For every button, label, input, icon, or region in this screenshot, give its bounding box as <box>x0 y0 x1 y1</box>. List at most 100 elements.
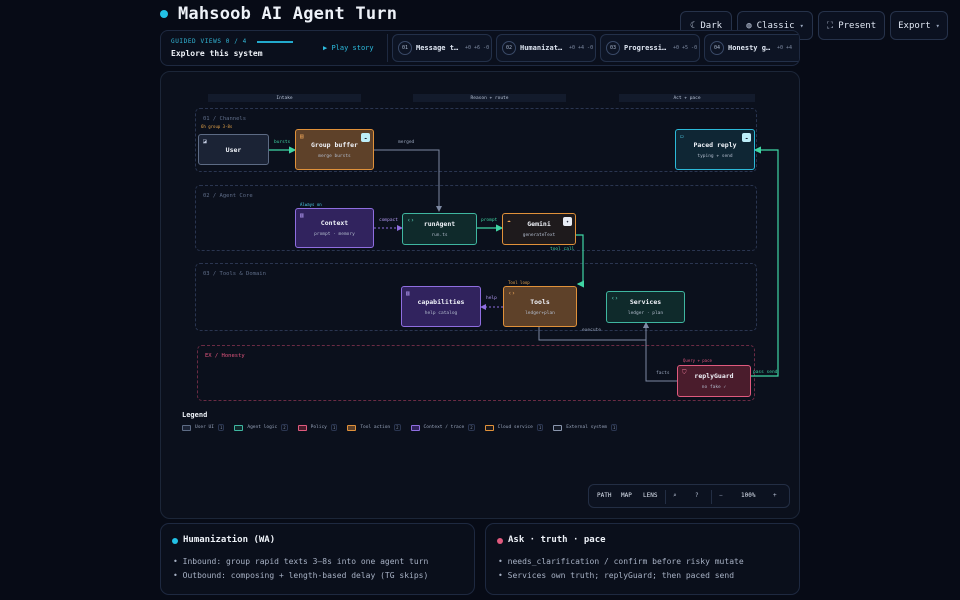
node-subtitle: typing + send <box>697 153 733 159</box>
lens-view-button[interactable]: LENS <box>643 492 657 499</box>
view-stats: +0 +6 -0 <box>465 45 490 51</box>
play-story-button[interactable]: ▶ Play story <box>323 44 374 52</box>
node-gemini[interactable]: ☁ ✦ Gemini generateText <box>502 213 576 245</box>
guided-view-card[interactable]: 02 Humanizati... +0 +4 -0 <box>496 34 596 62</box>
guided-view-card[interactable]: 03 Progressiv... +0 +5 -0 <box>600 34 700 62</box>
fullscreen-icon: ⛶ <box>826 20 834 31</box>
legend-count: 1 <box>217 424 225 431</box>
legend-count: 1 <box>330 424 338 431</box>
node-reply-guard[interactable]: ⛉ replyGuard no fake ✓ <box>677 365 751 397</box>
view-number: 02 <box>502 41 516 55</box>
title-status-dot <box>160 10 168 18</box>
canvas-toolbar: PATH MAP LENS ⌕ ? − 100% + <box>588 484 790 508</box>
diagram-canvas[interactable]: Intake Reason + route Act + pace 01 / Ch… <box>160 71 800 519</box>
legend-label: User UI <box>195 425 214 430</box>
present-label: Present <box>838 20 877 31</box>
legend-item[interactable]: Tool action 2 <box>347 424 401 431</box>
chat-icon: ◪ <box>203 138 207 145</box>
card-line: • Inbound: group rapid texts 3–8s into o… <box>173 557 429 566</box>
zoom-level: 100% <box>741 492 756 499</box>
divider <box>665 490 666 504</box>
map-view-button[interactable]: MAP <box>621 492 632 499</box>
node-title: Tools <box>530 297 550 306</box>
moon-icon: ☾ <box>689 20 696 31</box>
code-icon: ‹› <box>508 290 516 297</box>
zoom-out-button[interactable]: − <box>719 492 723 499</box>
node-title: Paced reply <box>693 140 737 149</box>
node-group-buffer[interactable]: ▤ ☁ Group buffer merge bursts <box>295 129 374 170</box>
node-run-agent[interactable]: ‹› runAgent run.ts <box>402 213 477 245</box>
guided-views-title: Explore this system <box>171 49 263 58</box>
node-title: Context <box>320 219 349 227</box>
view-label: Progressiv... <box>624 44 670 52</box>
page-title: Mahsoob AI Agent Turn <box>178 4 398 24</box>
legend-item[interactable]: Agent logic 2 <box>234 424 288 431</box>
edge-label-tool-call: tool call <box>550 247 575 252</box>
edge-tool-call <box>576 234 584 288</box>
theme-label: Dark <box>700 20 723 31</box>
cloud-badge-icon: ☁ <box>361 133 370 142</box>
search-icon[interactable]: ⌕ <box>673 492 677 499</box>
info-card-humanization: Humanization (WA) • Inbound: group rapid… <box>160 523 475 595</box>
legend-label: Policy <box>310 425 327 430</box>
node-subtitle: prompt · memory <box>314 232 355 237</box>
node-subtitle: ledger+plan <box>525 310 555 316</box>
node-tools[interactable]: ‹› Tools ledger+plan <box>503 286 577 327</box>
guided-view-card[interactable]: 01 Message to... +0 +6 -0 <box>392 34 492 62</box>
shield-icon: ⛉ <box>682 369 687 376</box>
lane-note-tool-loop: Tool loop <box>508 280 530 285</box>
node-title: User <box>225 145 242 154</box>
legend-count: 2 <box>281 424 288 431</box>
legend-item[interactable]: External system 1 <box>553 424 618 431</box>
node-capabilities[interactable]: ▥ capabilities help catalog <box>401 286 481 327</box>
legend-item[interactable]: User UI 1 <box>182 424 225 431</box>
edge-label-bursts: bursts <box>274 140 291 145</box>
palette-icon: ◍ <box>746 20 752 31</box>
zoom-in-button[interactable]: + <box>773 492 777 499</box>
legend-item[interactable]: Policy 1 <box>297 424 338 431</box>
node-title: replyGuard <box>694 372 734 380</box>
node-subtitle: merge bursts <box>318 153 351 159</box>
message-icon: ▭ <box>680 133 684 140</box>
edge-label-pass-send: pass send <box>753 370 778 375</box>
view-number: 04 <box>710 41 724 55</box>
legend-count: 1 <box>610 424 618 431</box>
export-button[interactable]: Export ▾ <box>890 11 948 40</box>
legend-item[interactable]: Context / trace 2 <box>410 424 475 431</box>
card-title: Ask · truth · pace <box>508 535 606 545</box>
view-stats: +0 +5 -0 <box>673 45 698 51</box>
guided-views-label: GUIDED VIEWS 0 / 4 <box>171 38 247 45</box>
legend-title: Legend <box>182 411 208 419</box>
guided-view-card[interactable]: 04 Honesty ga... +0 +4 <box>704 34 799 62</box>
node-user[interactable]: ◪ User <box>198 134 269 165</box>
node-title: Services <box>629 298 662 306</box>
card-line: • Outbound: composing + length-based del… <box>173 571 429 580</box>
node-title: runAgent <box>423 220 456 228</box>
node-paced-reply[interactable]: ▭ ☁ Paced reply typing + send <box>675 129 755 170</box>
node-context[interactable]: ▥ Context prompt · memory <box>295 208 374 248</box>
node-subtitle: generateText <box>522 233 556 238</box>
present-button[interactable]: ⛶ Present <box>818 11 885 40</box>
divider <box>711 490 712 504</box>
card-line: • Services own truth; replyGuard; then p… <box>498 571 735 580</box>
guided-progress-line <box>257 41 293 43</box>
help-icon[interactable]: ? <box>695 492 699 499</box>
path-view-button[interactable]: PATH <box>597 492 611 499</box>
cloud-icon: ☁ <box>507 217 511 224</box>
play-icon: ▶ <box>323 44 328 52</box>
lane-note-always-on: Always on <box>300 202 322 207</box>
legend-swatch <box>484 424 494 431</box>
style-label: Classic <box>756 20 795 31</box>
legend-item[interactable]: Cloud service 1 <box>484 424 544 431</box>
node-subtitle: ledger · plan <box>627 311 664 316</box>
legend-count: 2 <box>468 424 475 431</box>
legend-swatch <box>347 424 357 431</box>
legend-count: 2 <box>394 424 401 431</box>
edge-label-prompt: prompt <box>481 218 498 223</box>
legend-count: 1 <box>536 424 544 431</box>
card-line: • needs_clarification / confirm before r… <box>498 557 744 566</box>
divider <box>387 34 388 62</box>
node-services[interactable]: ‹› Services ledger · plan <box>606 291 685 323</box>
legend-label: External system <box>566 425 607 430</box>
code-icon: ‹› <box>407 217 415 224</box>
